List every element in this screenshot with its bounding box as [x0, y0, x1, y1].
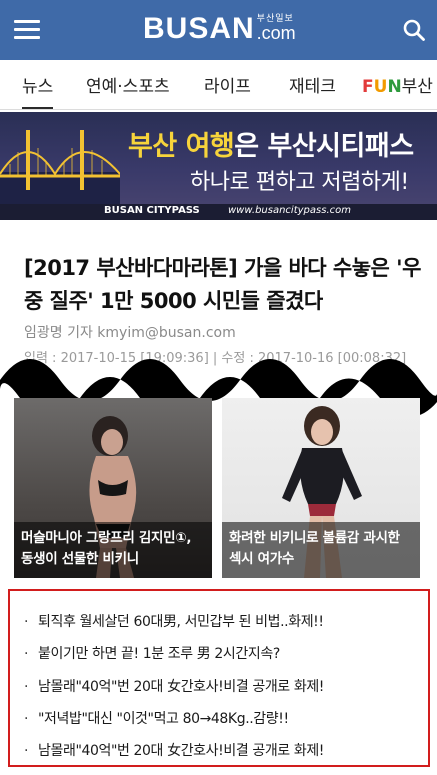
banner-footer: BUSAN CITYPASS www.busancitypass.com [0, 204, 437, 220]
article-byline: 임광명 기자 kmyim@busan.com [24, 325, 236, 341]
thumbnail-caption: 머슬마니아 그랑프리 김지민①, 동생이 선물한 비키니 [14, 522, 212, 578]
ad-link[interactable]: · 남몰래"40억"번 20대 女간호사!비결 공개로 화제! [24, 676, 324, 696]
citypass-banner-ad[interactable]: 부산 여행은 부산시티패스 하나로 편하고 저렴하게! BUSAN CITYPA… [0, 112, 437, 220]
page: BUSAN 부산일보 .com 뉴스 연예·스포츠 라이프 재테크 FUN부산 [0, 0, 437, 775]
banner-headline: 부산 여행은 부산시티패스 [128, 131, 414, 162]
banner-url: www.busancitypass.com [228, 205, 351, 216]
thumbnail-card-right[interactable]: 화려한 비키니로 볼륨감 과시한 섹시 여가수 [222, 398, 420, 578]
tab-fun-busan[interactable]: FUN부산 [362, 72, 433, 109]
thumbnail-caption: 화려한 비키니로 볼륨감 과시한 섹시 여가수 [222, 522, 420, 578]
category-nav: 뉴스 연예·스포츠 라이프 재테크 FUN부산 [0, 60, 437, 110]
ad-link[interactable]: · 붙이기만 하면 끝! 1분 조루 男 2시간지속? [24, 643, 280, 663]
fun-tab-rest: 부산 [401, 77, 433, 97]
tab-finance[interactable]: 재테크 [289, 72, 336, 109]
tab-news[interactable]: 뉴스 [22, 72, 54, 109]
tab-life[interactable]: 라이프 [204, 72, 251, 109]
article-headline: [2017 부산바다마라톤] 가을 바다 수놓은 '우중 질주' 1만 5000… [24, 256, 421, 313]
ad-link-list: · 퇴직후 월세살던 60대男, 서민갑부 된 비법..화제!! · 붙이기만 하면… [8, 589, 430, 767]
fun-letter-n: N [387, 77, 402, 97]
fun-letter-u: U [373, 77, 388, 97]
thumbnail-card-left[interactable]: 머슬마니아 그랑프리 김지민①, 동생이 선물한 비키니 [14, 398, 212, 578]
ad-link[interactable]: · "저녁밥"대신 "이것"먹고 80→48Kg..감량!! [24, 708, 289, 728]
ad-link[interactable]: · 퇴직후 월세살던 60대男, 서민갑부 된 비법..화제!! [24, 611, 324, 631]
search-icon[interactable] [402, 18, 426, 42]
tab-entertainment-sports[interactable]: 연예·스포츠 [86, 72, 170, 109]
bridge-illustration [0, 130, 120, 204]
header-bar: BUSAN 부산일보 .com [0, 0, 437, 60]
site-logo[interactable]: BUSAN 부산일보 .com [143, 10, 296, 46]
ad-link[interactable]: · 남몰래"40억"번 20대 女간호사!비결 공개로 화제! [24, 740, 324, 760]
banner-brand: BUSAN CITYPASS [104, 205, 200, 216]
banner-subline: 하나로 편하고 저렴하게! [190, 170, 409, 195]
logo-domain: .com [256, 23, 296, 43]
logo-text: BUSAN [143, 12, 255, 45]
hamburger-menu-icon[interactable] [14, 18, 40, 40]
fun-letter-f: F [362, 77, 374, 97]
